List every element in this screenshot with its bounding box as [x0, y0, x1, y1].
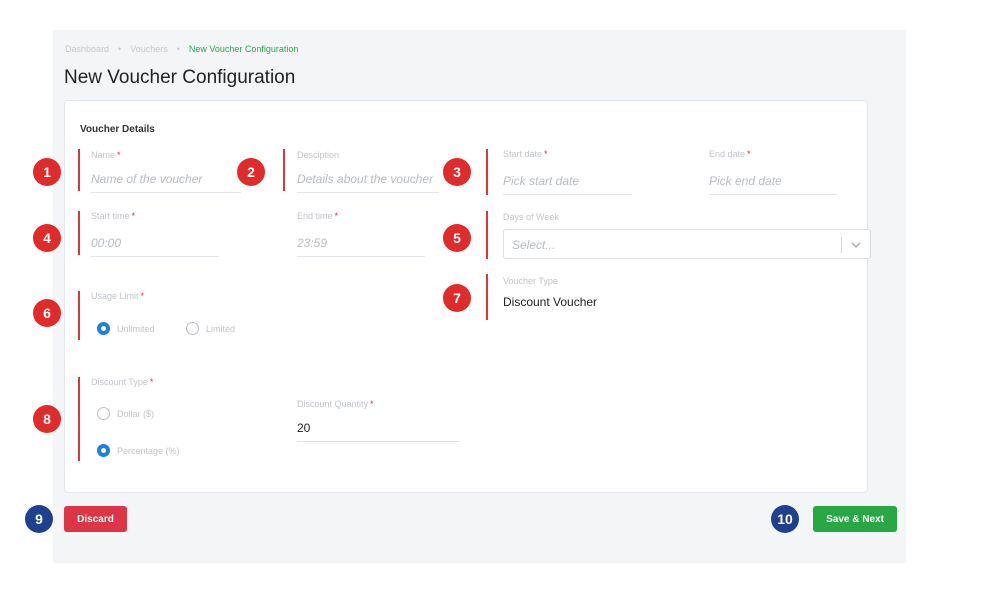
usage-unlimited-radio[interactable]: Unlimited: [97, 322, 155, 335]
section-title: Voucher Details: [80, 124, 155, 135]
chevron-down-icon[interactable]: [850, 239, 862, 251]
radio-selected-icon: [97, 322, 110, 335]
voucher-type-indicator-bar: [486, 274, 488, 320]
start-time-input[interactable]: 00:00: [91, 236, 219, 257]
marker-4: 4: [33, 224, 61, 252]
save-next-button[interactable]: Save & Next: [813, 506, 897, 532]
end-time-label: End time *: [297, 211, 339, 221]
discount-type-indicator-bar: [78, 377, 80, 461]
marker-3: 3: [443, 158, 471, 186]
breadcrumb-dashboard[interactable]: Dashboard: [65, 44, 109, 54]
usage-limit-label: Usage Limit *: [91, 291, 145, 301]
name-label: Name *: [91, 150, 121, 160]
breadcrumb-current: New Voucher Configuration: [188, 44, 299, 54]
radio-selected-icon: [97, 444, 110, 457]
name-indicator-bar: [78, 149, 80, 191]
discount-percentage-radio[interactable]: Percentage (%): [97, 444, 180, 457]
discount-type-label: Discount Type *: [91, 377, 154, 387]
marker-9: 9: [25, 505, 53, 533]
marker-2: 2: [237, 158, 265, 186]
radio-unselected-icon: [186, 322, 199, 335]
discount-quantity-input[interactable]: 20: [297, 421, 459, 442]
usage-limit-indicator-bar: [78, 291, 80, 340]
days-indicator-bar: [486, 211, 488, 259]
voucher-type-label: Voucher Type: [503, 276, 558, 286]
days-of-week-label: Days of Week: [503, 212, 559, 222]
start-date-input[interactable]: Pick start date: [503, 174, 632, 195]
marker-7: 7: [443, 284, 471, 312]
usage-limited-radio[interactable]: Limited: [186, 322, 235, 335]
description-label: Desciption: [297, 150, 340, 160]
discard-button[interactable]: Discard: [64, 506, 127, 532]
marker-6: 6: [33, 299, 61, 327]
discount-dollar-radio[interactable]: Dollar ($): [97, 407, 154, 420]
voucher-type-value: Discount Voucher: [503, 295, 598, 309]
description-input[interactable]: Details about the voucher: [297, 172, 439, 193]
marker-1: 1: [33, 158, 61, 186]
dates-indicator-bar: [486, 149, 488, 195]
end-date-label: End date *: [709, 149, 751, 159]
discount-quantity-label: Discount Quantity *: [297, 399, 374, 409]
end-time-input[interactable]: 23:59: [297, 236, 425, 257]
days-of-week-select[interactable]: Select...: [503, 229, 871, 259]
start-date-label: Start date *: [503, 149, 548, 159]
start-time-label: Start time *: [91, 211, 136, 221]
app-window: Dashboard • Vouchers • New Voucher Configura…: [53, 30, 906, 563]
description-indicator-bar: [283, 149, 285, 191]
marker-10: 10: [771, 505, 799, 533]
radio-unselected-icon: [97, 407, 110, 420]
marker-8: 8: [33, 405, 61, 433]
breadcrumb: Dashboard • Vouchers • New Voucher Configura…: [65, 44, 299, 54]
days-of-week-placeholder: Select...: [512, 238, 556, 252]
name-input[interactable]: Name of the voucher: [91, 172, 241, 193]
end-date-input[interactable]: Pick end date: [709, 174, 837, 195]
page-title: New Voucher Configuration: [64, 67, 296, 88]
select-divider: [841, 237, 842, 253]
time-indicator-bar: [78, 211, 80, 255]
breadcrumb-vouchers[interactable]: Vouchers: [130, 44, 168, 54]
marker-5: 5: [443, 224, 471, 252]
